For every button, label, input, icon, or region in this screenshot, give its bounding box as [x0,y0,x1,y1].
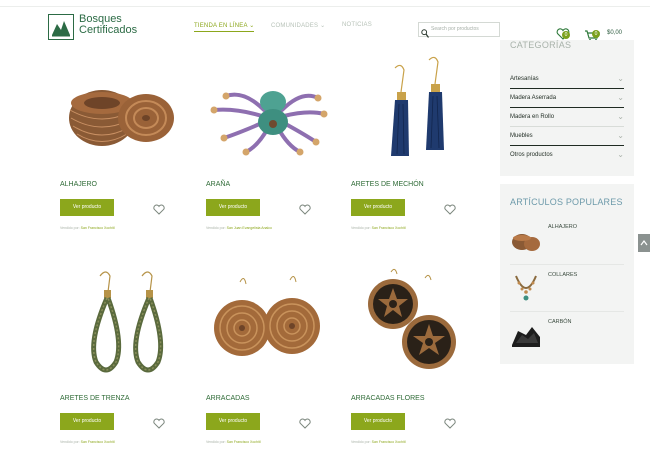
product-name[interactable]: ARRACADAS FLORES [351,395,425,402]
product-image-arracadas-flores[interactable] [351,262,486,387]
product-image-alhajero[interactable] [60,48,195,173]
vendor-link[interactable]: San Francisco Xochitl [372,226,406,230]
popular-item[interactable]: ALHAJERO [510,217,624,263]
product-name[interactable]: ARETES DE TRENZA [60,395,130,402]
category-label: Madera en Rollo [510,114,555,120]
categories-widget: CATEGORÍAS Artesanías ⌄ Madera Aserrada ⌄ … [500,40,634,176]
product-vendor: Vendido por: San Francisco Xochitl [206,440,261,444]
product-image-aretes-de-mechon[interactable] [351,48,486,173]
popular-item-name[interactable]: CARBÓN [548,319,572,325]
popular-item-name[interactable]: COLLARES [548,272,577,278]
nav-noticias[interactable]: NOTICIAS [342,22,372,28]
chevron-down-icon[interactable]: ⌄ [617,127,624,145]
wishlist-heart-icon[interactable] [299,202,311,220]
product-vendor: Vendido por: San Francisco Xochitl [60,440,115,444]
vendor-prefix: Vendido por: [206,440,226,444]
popular-products-widget: ARTÍCULOS POPULARES ALHAJERO COLLARES CA… [500,184,634,364]
nav-comunidades[interactable]: COMUNIDADES ⌄ [271,22,325,29]
category-label: Muebles [510,133,533,139]
product-vendor: Vendido por: San Francisco Xochitl [351,226,406,230]
chevron-down-icon[interactable]: ⌄ [617,146,624,164]
vendor-prefix: Vendido por: [60,226,80,230]
cart-total: $0,00 [607,30,623,36]
site-header: Bosques Certificados TIENDA EN LÍNEA ⌄ C… [0,8,650,44]
top-divider [0,6,650,7]
category-madera-aserrada[interactable]: Madera Aserrada ⌄ [510,89,624,108]
site-logo[interactable]: Bosques Certificados [48,14,158,44]
search-input[interactable]: Search por productos [418,22,500,38]
wishlist-count: 0 [562,31,570,39]
product-vendor: Vendido por: San Francisco Xochitl [351,440,406,444]
vendor-prefix: Vendido por: [60,440,80,444]
product-card: ARETES DE TRENZA Ver producto Vendido po… [60,262,195,452]
vendor-prefix: Vendido por: [351,440,371,444]
product-vendor: Vendido por: San Francisco Xochitl [60,226,115,230]
product-card: ARRACADAS Ver producto Vendido por: San … [206,262,341,452]
product-image-arana[interactable] [206,48,341,173]
category-artesanias[interactable]: Artesanías ⌄ [510,70,624,89]
vendor-link[interactable]: San Francisco Xochitl [81,440,115,444]
product-image-aretes-de-trenza[interactable] [60,262,195,387]
wishlist-heart-icon[interactable] [153,416,165,434]
view-product-button[interactable]: Ver producto [60,199,114,216]
search-placeholder: Search por productos [431,26,479,32]
product-name[interactable]: ARRACADAS [206,395,250,402]
product-name[interactable]: ALHAJERO [60,181,97,188]
wishlist-heart-icon[interactable] [444,416,456,434]
product-card: ARETES DE MECHÓN Ver producto Vendido po… [351,48,486,238]
category-label: Otros productos [510,152,553,158]
popular-item-thumbnail[interactable] [510,317,542,353]
view-product-button[interactable]: Ver producto [351,413,405,430]
product-image-arracadas[interactable] [206,262,341,387]
categories-title: CATEGORÍAS [510,40,572,50]
product-card: ARAÑA Ver producto Vendido por: San Juan… [206,48,341,238]
popular-item-thumbnail[interactable] [510,270,542,306]
category-label: Madera Aserrada [510,95,557,101]
popular-item[interactable]: COLLARES [510,264,624,311]
view-product-button[interactable]: Ver producto [60,413,114,430]
popular-item[interactable]: CARBÓN [510,311,624,358]
category-madera-en-rollo[interactable]: Madera en Rollo ⌄ [510,108,624,127]
product-vendor: Vendido por: San Juan Evangelista Analco [206,226,272,230]
vendor-prefix: Vendido por: [351,226,371,230]
product-card: ALHAJERO Ver producto Vendido por: San F… [60,48,195,238]
category-otros-productos[interactable]: Otros productos ⌄ [510,146,624,164]
product-name[interactable]: ARAÑA [206,181,230,188]
nav-tienda-en-linea[interactable]: TIENDA EN LÍNEA ⌄ [194,22,255,32]
brand-name: Bosques Certificados [79,14,137,36]
search-icon[interactable] [421,25,429,43]
popular-item-name[interactable]: ALHAJERO [548,224,577,230]
wishlist-heart-icon[interactable] [153,202,165,220]
chevron-down-icon[interactable]: ⌄ [617,108,624,126]
vendor-link[interactable]: San Francisco Xochitl [81,226,115,230]
view-product-button[interactable]: Ver producto [206,413,260,430]
chevron-down-icon[interactable]: ⌄ [617,89,624,107]
view-product-button[interactable]: Ver producto [206,199,260,216]
vendor-link[interactable]: San Juan Evangelista Analco [227,226,272,230]
cart-count: 0 [592,30,600,38]
view-product-button[interactable]: Ver producto [351,199,405,216]
tree-logo-icon [48,14,74,40]
popular-item-thumbnail[interactable] [510,222,542,258]
scroll-to-top-button[interactable] [638,234,650,252]
category-muebles[interactable]: Muebles ⌄ [510,127,624,146]
vendor-prefix: Vendido por: [206,226,226,230]
brand-line-2: Certificados [79,24,138,36]
category-label: Artesanías [510,76,539,82]
chevron-up-icon [640,240,648,246]
vendor-link[interactable]: San Francisco Xochitl [372,440,406,444]
product-card: ARRACADAS FLORES Ver producto Vendido po… [351,262,486,452]
product-name[interactable]: ARETES DE MECHÓN [351,181,424,188]
vendor-link[interactable]: San Francisco Xochitl [227,440,261,444]
wishlist-heart-icon[interactable] [299,416,311,434]
chevron-down-icon[interactable]: ⌄ [617,70,624,88]
wishlist-heart-icon[interactable] [444,202,456,220]
popular-title: ARTÍCULOS POPULARES [510,197,623,207]
